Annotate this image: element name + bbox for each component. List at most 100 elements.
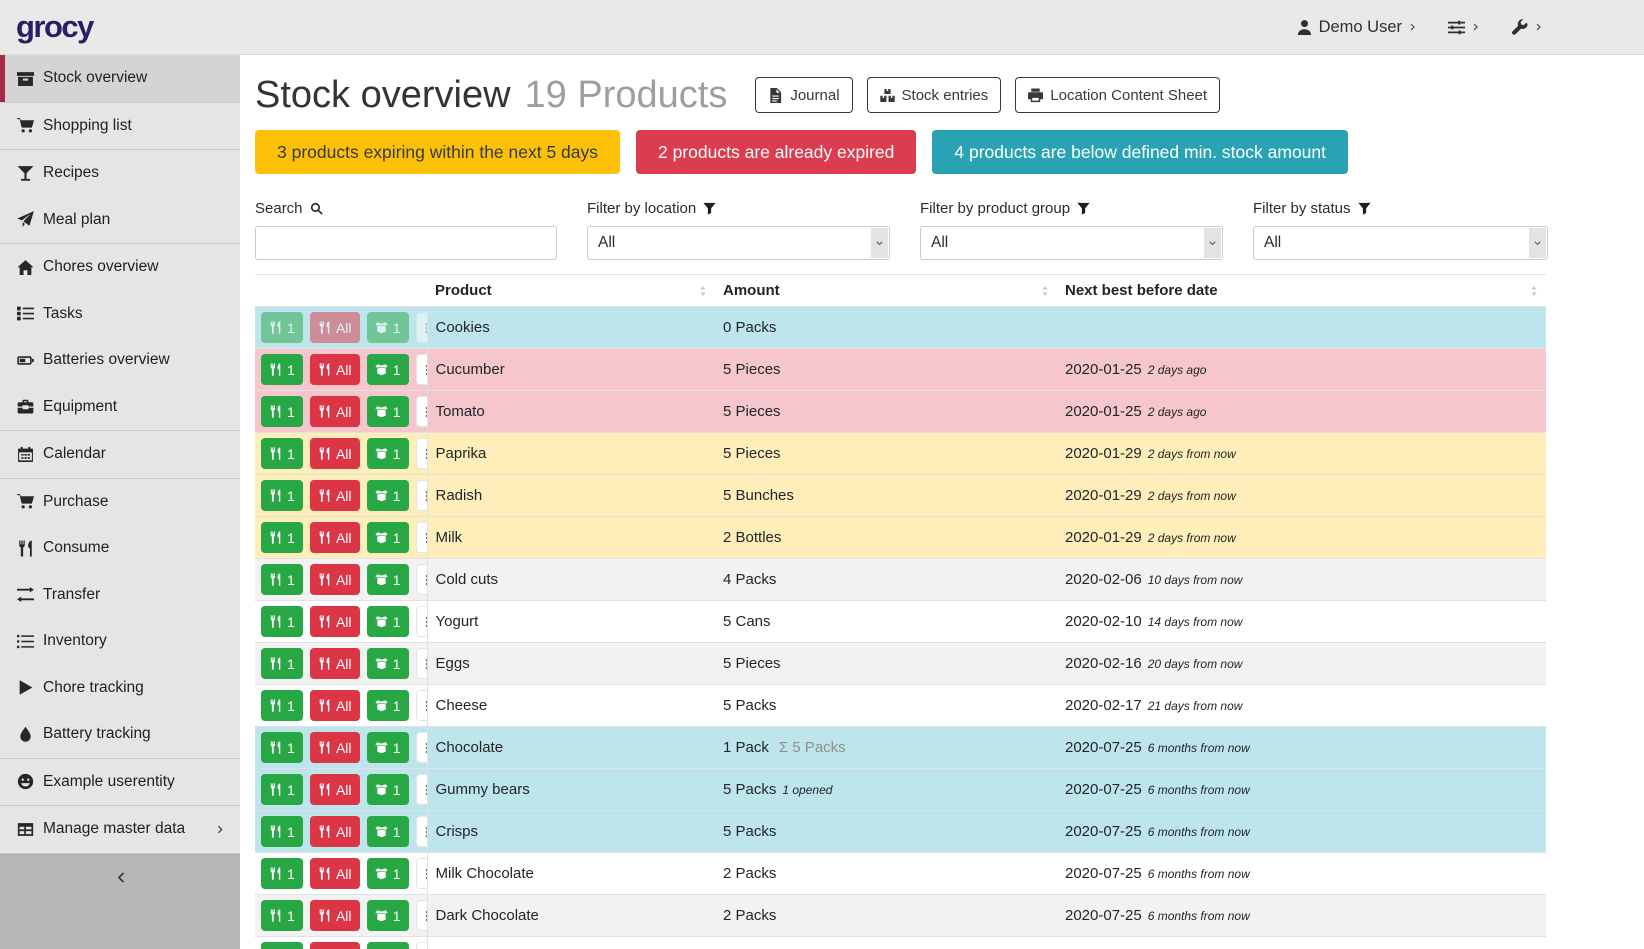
row-menu-button[interactable] — [416, 858, 427, 889]
row-menu-button[interactable] — [416, 690, 427, 721]
row-menu-button[interactable] — [416, 774, 427, 805]
status-select[interactable]: All — [1253, 226, 1548, 260]
settings-menu[interactable] — [1448, 19, 1481, 36]
consume-one-button[interactable]: 1 — [261, 942, 303, 949]
consume-all-button[interactable]: All — [310, 816, 360, 847]
below-min-stock-alert[interactable]: 4 products are below defined min. stock … — [932, 130, 1348, 174]
open-one-button[interactable]: 1 — [367, 816, 409, 847]
open-one-button[interactable]: 1 — [367, 648, 409, 679]
consume-one-button[interactable]: 1 — [261, 690, 303, 721]
open-one-button[interactable]: 1 — [367, 354, 409, 385]
open-one-button[interactable]: 1 — [367, 858, 409, 889]
consume-all-button[interactable]: All — [310, 648, 360, 679]
sidebar-item[interactable]: Batteries overview — [0, 337, 240, 384]
consume-one-button[interactable]: 1 — [261, 774, 303, 805]
consume-one-button[interactable]: 1 — [261, 816, 303, 847]
user-menu[interactable]: Demo User — [1296, 18, 1418, 37]
open-one-button[interactable]: 1 — [367, 396, 409, 427]
consume-all-button[interactable]: All — [310, 732, 360, 763]
sidebar-item[interactable]: Stock overview — [0, 55, 240, 102]
row-menu-button[interactable] — [416, 648, 427, 679]
row-menu-button[interactable] — [416, 900, 427, 931]
amount-column-header[interactable]: Amount — [715, 275, 1057, 307]
location-content-sheet-button[interactable]: Location Content Sheet — [1015, 77, 1220, 113]
consume-all-button[interactable]: All — [310, 942, 360, 949]
consume-one-button[interactable]: 1 — [261, 648, 303, 679]
sidebar-item[interactable]: Purchase — [0, 479, 240, 526]
row-menu-button[interactable] — [416, 396, 427, 427]
sidebar-item[interactable]: Shopping list — [0, 103, 240, 150]
consume-one-button[interactable]: 1 — [261, 312, 303, 343]
consume-all-button[interactable]: All — [310, 396, 360, 427]
consume-one-button[interactable]: 1 — [261, 480, 303, 511]
row-menu-button[interactable] — [416, 522, 427, 553]
admin-menu[interactable] — [1511, 19, 1544, 36]
consume-all-button[interactable]: All — [310, 690, 360, 721]
open-one-button[interactable]: 1 — [367, 438, 409, 469]
consume-one-button[interactable]: 1 — [261, 522, 303, 553]
product-group-select[interactable]: All — [920, 226, 1223, 260]
consume-one-button[interactable]: 1 — [261, 354, 303, 385]
open-one-button[interactable]: 1 — [367, 564, 409, 595]
consume-all-button[interactable]: All — [310, 774, 360, 805]
consume-one-button[interactable]: 1 — [261, 396, 303, 427]
open-one-button[interactable]: 1 — [367, 480, 409, 511]
sidebar-item[interactable]: Battery tracking — [0, 711, 240, 758]
consume-one-button[interactable]: 1 — [261, 858, 303, 889]
row-menu-button[interactable] — [416, 354, 427, 385]
sidebar-item[interactable]: Meal plan — [0, 197, 240, 244]
row-menu-button[interactable] — [416, 438, 427, 469]
sidebar-item[interactable]: Chores overview — [0, 244, 240, 291]
consume-all-button[interactable]: All — [310, 522, 360, 553]
app-logo[interactable]: grocy — [16, 9, 93, 45]
sidebar-item[interactable]: Consume — [0, 525, 240, 572]
sidebar-item[interactable]: Recipes — [0, 150, 240, 197]
open-one-button[interactable]: 1 — [367, 732, 409, 763]
row-menu-button[interactable] — [416, 942, 427, 949]
location-select[interactable]: All — [587, 226, 890, 260]
consume-one-button[interactable]: 1 — [261, 732, 303, 763]
row-menu-button[interactable] — [416, 606, 427, 637]
row-menu-button[interactable] — [416, 480, 427, 511]
search-input[interactable] — [256, 227, 556, 259]
consume-all-button[interactable]: All — [310, 312, 360, 343]
best-before-column-header[interactable]: Next best before date — [1057, 275, 1546, 307]
sidebar-item[interactable]: Chore tracking — [0, 665, 240, 712]
stock-entries-button[interactable]: Stock entries — [867, 77, 1002, 113]
sidebar-collapse-button[interactable] — [113, 870, 128, 885]
consume-one-button[interactable]: 1 — [261, 438, 303, 469]
consume-one-button[interactable]: 1 — [261, 606, 303, 637]
sidebar-item[interactable]: Tasks — [0, 291, 240, 338]
open-one-button[interactable]: 1 — [367, 312, 409, 343]
open-one-button[interactable]: 1 — [367, 690, 409, 721]
sidebar-item[interactable]: Manage master data — [0, 806, 240, 853]
consume-one-button[interactable]: 1 — [261, 564, 303, 595]
expired-alert[interactable]: 2 products are already expired — [636, 130, 916, 174]
row-menu-button[interactable] — [416, 312, 427, 343]
consume-all-button[interactable]: All — [310, 438, 360, 469]
sidebar-item[interactable]: Example userentity — [0, 759, 240, 806]
consume-one-button[interactable]: 1 — [261, 900, 303, 931]
consume-all-button[interactable]: All — [310, 858, 360, 889]
consume-all-button[interactable]: All — [310, 480, 360, 511]
consume-all-button[interactable]: All — [310, 564, 360, 595]
open-one-button[interactable]: 1 — [367, 774, 409, 805]
product-column-header[interactable]: Product — [427, 275, 715, 307]
sidebar-item[interactable]: Transfer — [0, 572, 240, 619]
sidebar-item[interactable]: Calendar — [0, 431, 240, 478]
open-one-button[interactable]: 1 — [367, 900, 409, 931]
sidebar-item[interactable]: Equipment — [0, 384, 240, 431]
consume-all-button[interactable]: All — [310, 606, 360, 637]
open-one-button[interactable]: 1 — [367, 942, 409, 949]
row-menu-button[interactable] — [416, 816, 427, 847]
row-menu-button[interactable] — [416, 732, 427, 763]
consume-all-button[interactable]: All — [310, 354, 360, 385]
open-one-button[interactable]: 1 — [367, 606, 409, 637]
expiring-alert[interactable]: 3 products expiring within the next 5 da… — [255, 130, 620, 174]
consume-all-button[interactable]: All — [310, 900, 360, 931]
sidebar-item[interactable]: Inventory — [0, 618, 240, 665]
row-menu-button[interactable] — [416, 564, 427, 595]
best-before-cell: 2020-07-256 months from now — [1057, 727, 1546, 769]
open-one-button[interactable]: 1 — [367, 522, 409, 553]
journal-button[interactable]: Journal — [755, 77, 852, 113]
